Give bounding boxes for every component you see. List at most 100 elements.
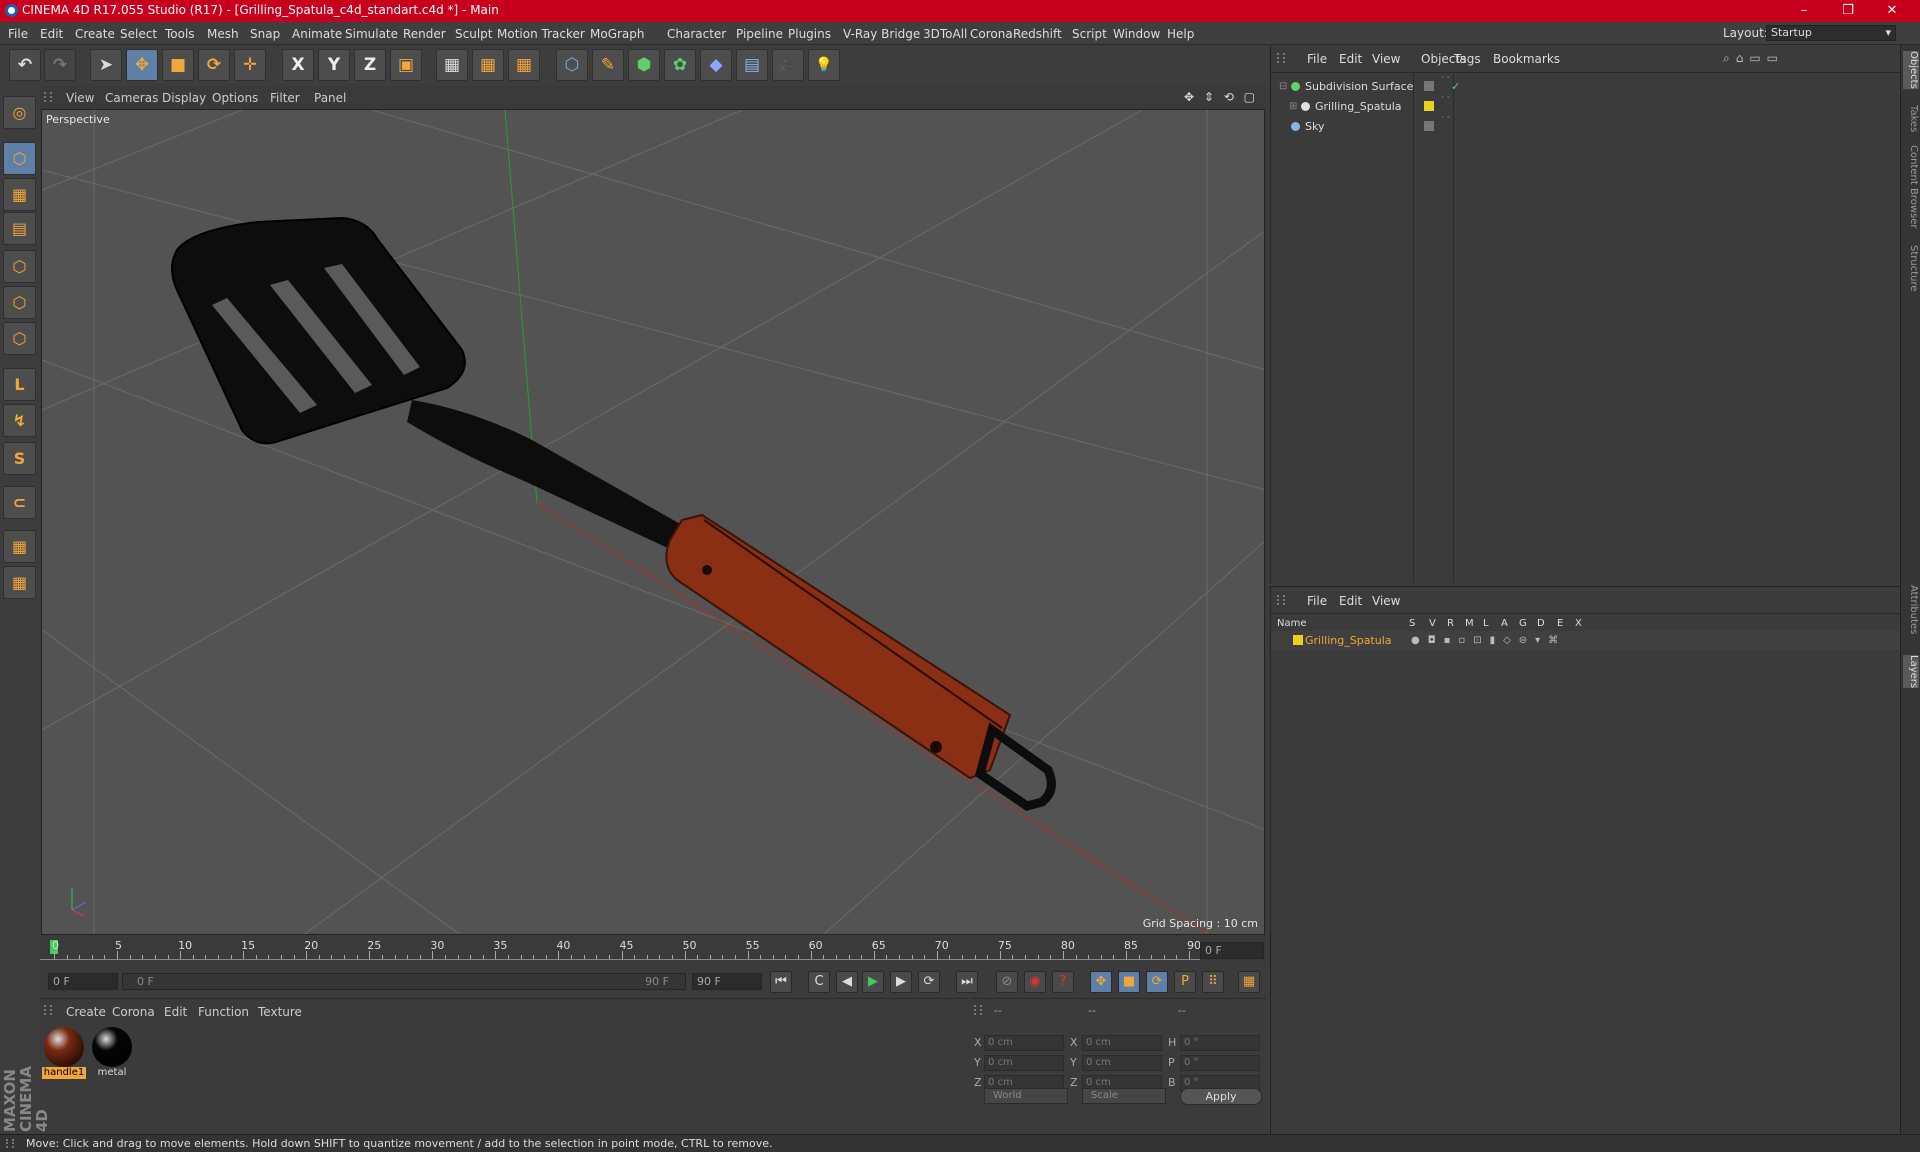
snap-mode-button[interactable]: S xyxy=(3,442,36,475)
right-tab-attributes[interactable]: Attributes xyxy=(1903,585,1919,634)
viewport-menu-cameras[interactable]: Cameras xyxy=(105,91,158,105)
viewport-menu-view[interactable]: View xyxy=(66,91,94,105)
apply-button[interactable]: Apply xyxy=(1180,1088,1262,1105)
menu-motion-tracker[interactable]: Motion Tracker xyxy=(497,27,585,41)
maximize-button[interactable]: ❐ xyxy=(1826,0,1870,22)
minimize-button[interactable]: – xyxy=(1782,0,1826,22)
menu-help[interactable]: Help xyxy=(1167,27,1194,41)
undo-button[interactable]: ↶ xyxy=(9,49,41,81)
menu-select[interactable]: Select xyxy=(120,27,157,41)
menu-plugins[interactable]: Plugins xyxy=(788,27,831,41)
expand-toggle-icon[interactable]: ⊞ xyxy=(1289,97,1297,116)
objects-menu-tags[interactable]: Tags xyxy=(1454,52,1481,66)
z-axis-button[interactable]: Z xyxy=(354,49,386,81)
light-button[interactable]: 💡 xyxy=(808,49,840,81)
layer-column-x[interactable]: X xyxy=(1575,618,1582,629)
next-frame-button[interactable]: ▶ xyxy=(890,971,912,993)
layer-column-e[interactable]: E xyxy=(1557,618,1563,629)
motion-record-button[interactable]: ⊘ xyxy=(996,971,1018,993)
menu-file[interactable]: File xyxy=(8,27,28,41)
menu-window[interactable]: Window xyxy=(1113,27,1160,41)
layout-select[interactable]: Startup ▾ xyxy=(1766,25,1896,41)
rotation-p-field[interactable]: 0 ° xyxy=(1180,1055,1260,1071)
model-mode-button[interactable]: ◎ xyxy=(3,96,36,129)
workplane-lock-button[interactable]: ▦ xyxy=(3,530,36,563)
menu-render[interactable]: Render xyxy=(403,27,446,41)
object-row-subdivision-surface[interactable]: ⊟ Subdivision Surface · · ✓ xyxy=(1279,74,1901,96)
material-menu-create[interactable]: Create xyxy=(66,1005,106,1019)
previous-frame-button[interactable]: ◀ xyxy=(836,971,858,993)
material-metal[interactable]: metal xyxy=(90,1025,134,1079)
render-settings-button[interactable]: ▦ xyxy=(508,49,540,81)
render-picture-viewer-button[interactable]: ▦ xyxy=(472,49,504,81)
play-button[interactable]: ▶ xyxy=(862,971,884,993)
floor-button[interactable]: ▤ xyxy=(736,49,768,81)
objects-menu-bookmarks[interactable]: Bookmarks xyxy=(1493,52,1560,66)
timeline-window-button[interactable]: ▦ xyxy=(1238,971,1260,993)
camera-button[interactable]: 🎥 xyxy=(772,49,804,81)
edges-mode-button[interactable]: ⬡ xyxy=(3,286,36,319)
loop-button[interactable]: ⟳ xyxy=(918,971,940,993)
material-menu-function[interactable]: Function xyxy=(198,1005,249,1019)
objects-menu-view[interactable]: View xyxy=(1372,52,1400,66)
layer-row[interactable]: Grilling_Spatula ●◘▪▫⊡▮◇⊜▾⌘ xyxy=(1271,631,1901,650)
end-frame-field[interactable]: 90 F xyxy=(692,973,762,990)
current-frame-field[interactable]: 0 F xyxy=(1200,942,1264,959)
position-x-field[interactable]: 0 cm xyxy=(984,1035,1064,1051)
objects-menu-edit[interactable]: Edit xyxy=(1339,52,1362,66)
menu-redshift[interactable]: Redshift xyxy=(1013,27,1062,41)
layer-column-d[interactable]: D xyxy=(1537,618,1545,629)
start-frame-field[interactable]: 0 F xyxy=(48,973,118,990)
menu-tools[interactable]: Tools xyxy=(165,27,195,41)
position-y-field[interactable]: 0 cm xyxy=(984,1055,1064,1071)
rotate-tool-button[interactable]: ⟳ xyxy=(198,49,230,81)
right-tab-structure[interactable]: Structure xyxy=(1903,245,1919,292)
axis-mode-button[interactable]: L xyxy=(3,368,36,401)
key-rotation-button[interactable]: ⟳ xyxy=(1146,971,1168,993)
menu-pipeline[interactable]: Pipeline xyxy=(736,27,783,41)
autokey-button[interactable]: ◉ xyxy=(1024,971,1046,993)
tweak-mode-button[interactable]: ↯ xyxy=(3,404,36,437)
close-button[interactable]: ✕ xyxy=(1870,0,1914,22)
size-mode-select[interactable]: Scale xyxy=(1082,1088,1166,1104)
pen-spline-button[interactable]: ✎ xyxy=(592,49,624,81)
menu-3dtoall[interactable]: 3DToAll xyxy=(923,27,967,41)
rotation-h-field[interactable]: 0 ° xyxy=(1180,1035,1260,1051)
menu-v-ray-bridge[interactable]: V-Ray Bridge xyxy=(843,27,920,41)
menu-simulate[interactable]: Simulate xyxy=(345,27,398,41)
y-axis-button[interactable]: Y xyxy=(318,49,350,81)
viewport-menu-options[interactable]: Options xyxy=(212,91,258,105)
viewport-menu-filter[interactable]: Filter xyxy=(270,91,300,105)
visibility-dots-icon[interactable]: · · xyxy=(1441,114,1450,123)
deformer-button[interactable]: ◆ xyxy=(700,49,732,81)
previous-key-button[interactable]: C xyxy=(808,971,830,993)
polygons-mode-button[interactable]: ⬡ xyxy=(3,322,36,355)
layer-column-name[interactable]: Name xyxy=(1277,618,1307,629)
layers-menu-file[interactable]: File xyxy=(1307,594,1327,608)
layer-column-m[interactable]: M xyxy=(1465,618,1474,629)
timeline[interactable]: 0 5 10 15 20 25 30 35 40 45 50 55 60 65 70 75 80 85 90 0 F xyxy=(40,937,1266,965)
layer-column-r[interactable]: R xyxy=(1447,618,1454,629)
transform-tool-button[interactable]: ✛ xyxy=(234,49,266,81)
texture-mode-button[interactable]: ▦ xyxy=(3,178,36,211)
workplane-move-button[interactable]: ▦ xyxy=(3,566,36,599)
grilling-spatula-model[interactable] xyxy=(171,216,1056,811)
layer-column-v[interactable]: V xyxy=(1429,618,1436,629)
key-pla-button[interactable]: ⠿ xyxy=(1202,971,1224,993)
object-row-sky[interactable]: Sky · · xyxy=(1279,114,1901,136)
magnet-tool-button[interactable]: ⊂ xyxy=(3,486,36,519)
redo-button[interactable]: ↷ xyxy=(44,49,76,81)
menu-sculpt[interactable]: Sculpt xyxy=(455,27,492,41)
visibility-dots-icon[interactable]: · · xyxy=(1441,74,1450,83)
layer-column-a[interactable]: A xyxy=(1501,618,1508,629)
viewport-nav-icons[interactable]: ✥ ⇕ ⟲ ▢ xyxy=(1184,90,1258,104)
coord-mode-select[interactable]: World xyxy=(984,1088,1068,1104)
size-y-field[interactable]: 0 cm xyxy=(1082,1055,1162,1071)
scale-tool-button[interactable]: ■ xyxy=(162,49,194,81)
layers-menu-edit[interactable]: Edit xyxy=(1339,594,1362,608)
go-to-end-button[interactable]: ⏭ xyxy=(956,971,978,993)
cloner-button[interactable]: ✿ xyxy=(664,49,696,81)
layer-column-l[interactable]: L xyxy=(1483,618,1489,629)
layer-column-s[interactable]: S xyxy=(1409,618,1415,629)
key-position-button[interactable]: ✥ xyxy=(1090,971,1112,993)
